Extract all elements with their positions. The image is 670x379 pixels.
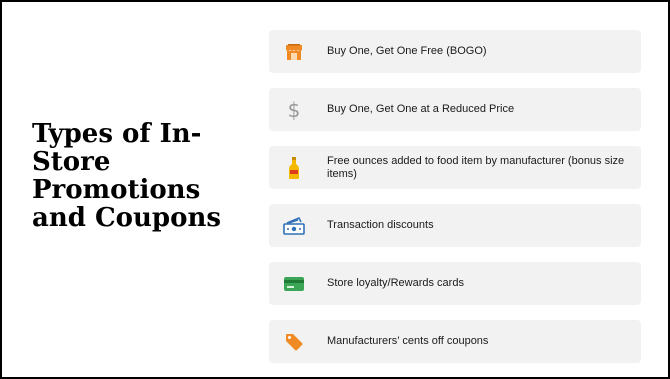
slide: Types of In- Store Promotions and Coupon… [0,0,670,379]
promotion-item-cents-off-coupons: Manufacturers’ cents off coupons [269,320,641,363]
promotion-item-loyalty-cards: Store loyalty/Rewards cards [269,262,641,305]
promotion-list: Buy One, Get One Free (BOGO) $ Buy One, … [269,30,641,363]
cash-icon [283,215,305,237]
title-line: Store [32,147,111,177]
bottle-icon [283,156,305,179]
promotion-label: Free ounces added to food item by manufa… [327,154,625,180]
promotion-label: Manufacturers’ cents off coupons [327,335,489,347]
slide-title: Types of In- Store Promotions and Coupon… [32,120,272,232]
promotion-label: Transaction discounts [327,219,434,231]
promotion-item-bonus-size: Free ounces added to food item by manufa… [269,146,641,189]
store-awning-icon [283,41,305,63]
promotion-item-transaction-discounts: Transaction discounts [269,204,641,247]
dollar-icon: $ [283,99,305,121]
title-line: and Coupons [32,203,221,233]
title-line: Types of In- [32,119,202,149]
promotion-label: Buy One, Get One at a Reduced Price [327,103,515,115]
promotion-item-reduced-price: $ Buy One, Get One at a Reduced Price [269,88,641,131]
credit-card-icon [283,273,305,295]
promotion-label: Store loyalty/Rewards cards [327,277,464,289]
promotion-item-bogo: Buy One, Get One Free (BOGO) [269,30,641,73]
svg-text:$: $ [288,99,301,121]
title-line: Promotions [32,175,201,205]
price-tag-icon [283,331,305,353]
promotion-label: Buy One, Get One Free (BOGO) [327,45,487,57]
